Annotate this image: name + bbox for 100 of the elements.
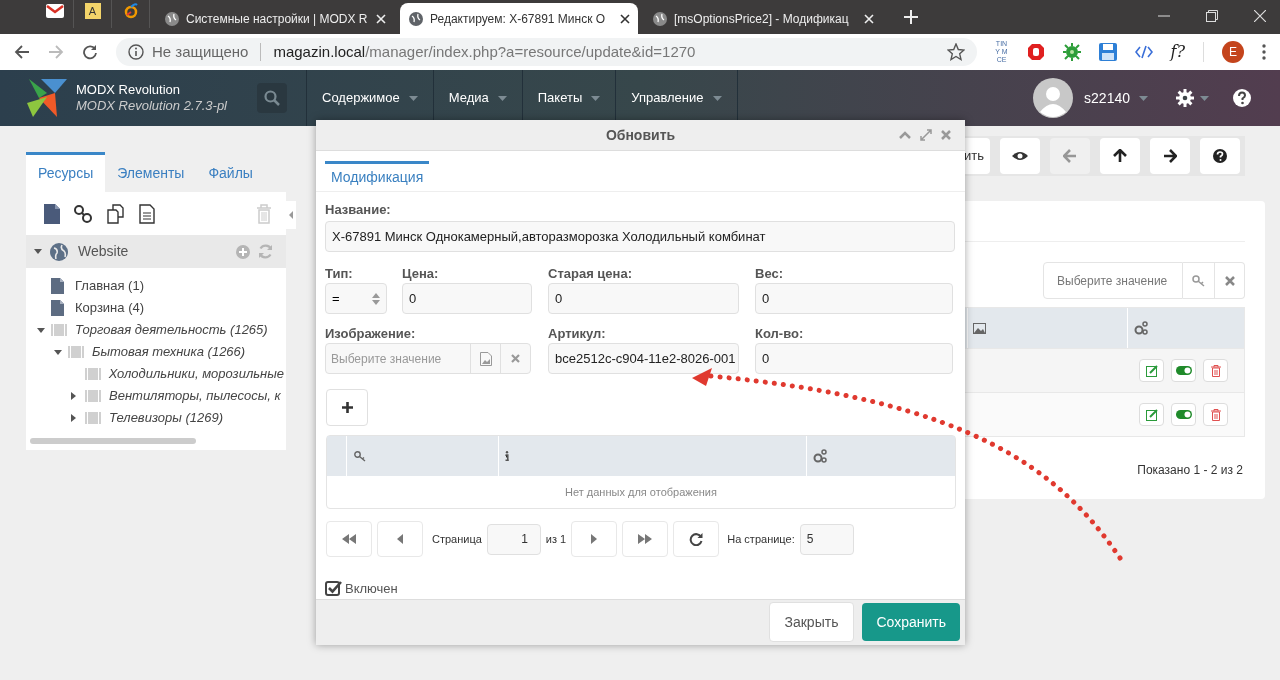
old-price-field[interactable]: 0	[548, 283, 739, 314]
expanded-caret-icon[interactable]	[37, 327, 45, 333]
tree-item[interactable]: Торговая деятельность (1265)	[75, 320, 268, 340]
star-icon	[946, 43, 965, 61]
page-field[interactable]: 1	[486, 523, 541, 555]
brand-title: MODX Revolution	[76, 82, 182, 98]
collapse-icon	[289, 211, 293, 219]
field-label: Цена:	[402, 265, 440, 283]
browser-tab[interactable]: [msOptionsPrice2] - Модификац	[644, 3, 882, 34]
refresh-icon	[258, 244, 273, 259]
collapsed-caret-icon[interactable]	[71, 414, 76, 422]
barcode-icon	[85, 412, 101, 424]
trash-icon	[256, 203, 272, 224]
tree-item[interactable]: Бытовая техника (1266)	[92, 342, 246, 362]
toggle-button[interactable]	[1171, 403, 1196, 426]
checkbox-label: Включен	[345, 580, 398, 598]
delete-button[interactable]	[1203, 359, 1228, 382]
new-tab-icon	[904, 10, 918, 24]
plus-icon	[341, 402, 353, 413]
gears-icon	[813, 449, 827, 463]
browser-tab[interactable]: Редактируем: X-67891 Минск О	[400, 3, 638, 34]
image-icon	[973, 322, 986, 334]
left-triangle-icon	[397, 534, 403, 544]
expand-icon	[920, 129, 932, 141]
settings-icon	[1176, 89, 1194, 107]
delete-button[interactable]	[1203, 403, 1228, 426]
edit-button[interactable]	[1139, 403, 1164, 426]
toolbar-button[interactable]	[1100, 138, 1140, 174]
forward-icon	[48, 44, 64, 60]
trash-icon	[1210, 364, 1221, 377]
info-icon	[505, 451, 509, 461]
edit-button[interactable]	[1139, 359, 1164, 382]
field-label: Название:	[325, 201, 392, 219]
sidebar-tab[interactable]: Элементы	[105, 152, 197, 192]
user-menu[interactable]: s22140	[1084, 87, 1148, 109]
letter-icon[interactable]: A	[84, 3, 101, 19]
scrollbar[interactable]	[30, 438, 196, 444]
double-left-icon	[342, 534, 356, 544]
tree-item[interactable]: Главная (1)	[75, 276, 144, 296]
checkbox[interactable]	[325, 580, 342, 598]
count-field[interactable]: 0	[755, 343, 953, 374]
add-button[interactable]	[326, 389, 368, 426]
search-button[interactable]	[257, 83, 287, 113]
browser-tab[interactable]: Системные настройки | MODX R	[156, 3, 394, 34]
per-page-field[interactable]: 5	[799, 523, 854, 555]
mail-icon	[45, 4, 64, 18]
user-avatar[interactable]	[1033, 78, 1074, 118]
refresh-icon	[689, 532, 704, 546]
modx-logo-icon	[27, 79, 67, 117]
address-field[interactable]: Не защищено magazin.local/manager/index.php?a=resource/update&id=1270	[116, 38, 977, 66]
toggle-button[interactable]	[1171, 359, 1196, 382]
last-page-button[interactable]	[622, 521, 669, 557]
collapse-up-icon	[899, 131, 911, 139]
save-button[interactable]: Сохранить	[862, 603, 960, 642]
price-field[interactable]: 0	[402, 283, 532, 314]
article-field[interactable]: bce2512c-c904-11e2-8026-001	[548, 343, 739, 374]
profile-avatar[interactable]: E	[1222, 41, 1244, 63]
sidebar-tab[interactable]: Файлы	[196, 152, 265, 192]
url-text: magazin.local/manager/index.php?a=resource/update&id=1270	[273, 41, 696, 62]
close-icon	[376, 13, 386, 24]
type-select[interactable]: =	[325, 283, 387, 314]
double-right-icon	[638, 534, 653, 544]
help-icon	[1233, 89, 1251, 107]
toolbar-button[interactable]	[1200, 138, 1240, 174]
stop-hand-icon	[1026, 43, 1045, 61]
tree-item[interactable]: Телевизоры (1269)	[109, 408, 223, 428]
weight-field[interactable]: 0	[755, 283, 953, 314]
tree-item[interactable]: Вентиляторы, пылесосы, к	[109, 386, 281, 406]
toolbar-button[interactable]	[1150, 138, 1190, 174]
caret-icon	[1139, 95, 1148, 101]
filter-field[interactable]: Выберите значение	[1043, 262, 1183, 299]
tree-item[interactable]: Холодильники, морозильные	[108, 364, 284, 384]
refresh-button[interactable]	[673, 521, 720, 557]
search-icon	[264, 90, 280, 106]
expanded-caret-icon[interactable]	[54, 349, 62, 355]
document-icon	[51, 300, 64, 316]
search-key-button[interactable]	[1183, 262, 1215, 299]
field-label: Старая цена:	[548, 265, 633, 283]
copy-icon	[106, 203, 126, 224]
sidebar-tab[interactable]: Ресурсы	[26, 152, 106, 192]
per-page-label: На странице:	[727, 531, 795, 547]
caret-icon	[408, 95, 418, 101]
collapsed-caret-icon[interactable]	[71, 392, 76, 400]
dialog-title: Обновить	[605, 125, 676, 145]
extension-button[interactable]: f?	[1170, 40, 1185, 64]
barcode-icon	[85, 390, 101, 402]
caret-icon	[497, 95, 507, 101]
page-count: из 1	[545, 531, 567, 547]
tree-root[interactable]: Website	[26, 235, 286, 268]
clear-button[interactable]	[1215, 262, 1245, 299]
bug-icon	[1062, 43, 1081, 61]
close-button[interactable]: Закрыть	[768, 602, 855, 643]
close-icon	[864, 13, 874, 24]
first-page-button[interactable]	[326, 521, 372, 557]
key-icon	[1191, 274, 1206, 287]
tree-item[interactable]: Корзина (4)	[75, 298, 145, 318]
name-field[interactable]: X-67891 Минск Однокамерный,авторазморозка Холодильный комбинат	[325, 221, 955, 252]
toolbar-button[interactable]	[1000, 138, 1040, 174]
add-icon	[236, 244, 250, 259]
close-icon	[1224, 275, 1235, 286]
